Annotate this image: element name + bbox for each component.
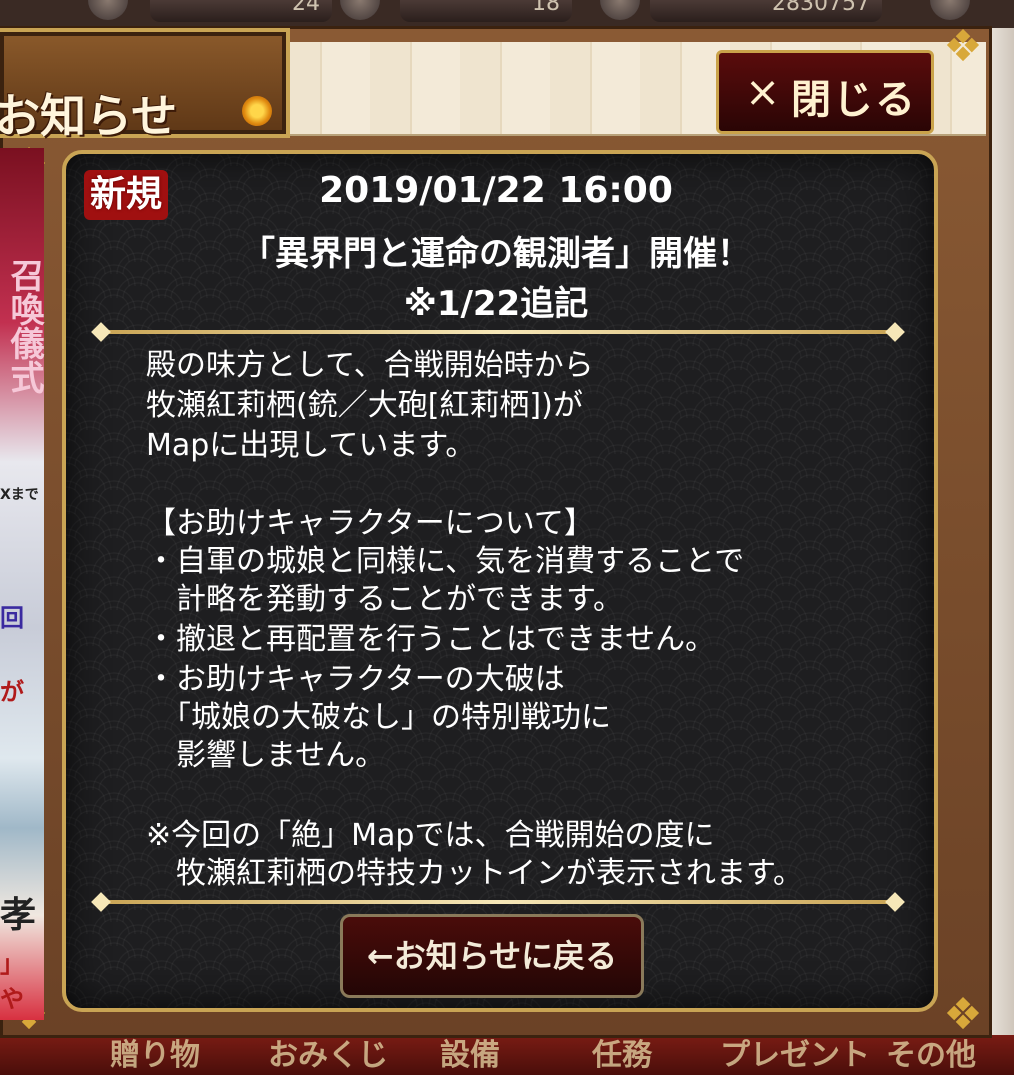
- close-button[interactable]: × 閉じる: [716, 50, 934, 134]
- body-line: ・撤退と再配置を行うことはできません。: [146, 622, 716, 657]
- background-right: [990, 28, 1014, 1075]
- body-line: 影響しません。: [146, 738, 386, 773]
- banner-label: が: [0, 678, 24, 706]
- banner-label: 孝: [0, 895, 37, 936]
- body-line: 牧瀬紅莉栖の特技カットインが表示されます。: [146, 856, 803, 891]
- body-line: 計略を発動することができます。: [146, 582, 623, 617]
- divider: [98, 330, 898, 334]
- resource-bar: 24 18 2830757: [0, 0, 1014, 28]
- resource-icon: [340, 0, 380, 20]
- title-plate: お知らせ: [0, 28, 290, 143]
- body-line: 牧瀬紅莉栖(銃／大砲[紅莉栖])が: [146, 388, 583, 423]
- corner-ornament-icon: ❖: [943, 21, 983, 72]
- gold-coin-icon: [600, 0, 640, 20]
- banner-label: 回: [0, 604, 24, 632]
- notice-title: 「異界門と運命の観測者」開催！: [241, 234, 751, 274]
- notice-datetime: 2019/01/22 16:00: [319, 170, 673, 211]
- menu-orb-icon[interactable]: [930, 0, 970, 20]
- event-banner-strip[interactable]: 召喚儀式 Xまで 回 が 孝 」や: [0, 148, 44, 1020]
- banner-label: 」や: [0, 950, 24, 1013]
- back-to-notices-button[interactable]: ←お知らせに戻る: [340, 914, 644, 998]
- resource-icon: [88, 0, 128, 20]
- resource-value: 24: [150, 0, 332, 22]
- divider: [98, 900, 898, 904]
- banner-label: 召喚儀式: [4, 258, 44, 394]
- chrysanthemum-icon: [242, 96, 272, 126]
- resource-value: 2830757: [650, 0, 882, 22]
- resource-value: 18: [400, 0, 572, 22]
- body-line: Mapに出現しています。: [146, 428, 476, 463]
- corner-ornament-icon: ❖: [943, 989, 983, 1040]
- body-line: 殿の味方として、合戦開始時から: [146, 348, 594, 383]
- notice-subtitle: ※1/22追記: [403, 284, 589, 324]
- back-button-label: ←お知らせに戻る: [366, 937, 618, 975]
- close-icon: ×: [745, 67, 781, 116]
- modal-title: お知らせ: [0, 89, 178, 143]
- close-label: 閉じる: [791, 77, 917, 123]
- banner-label: Xまで: [0, 487, 39, 503]
